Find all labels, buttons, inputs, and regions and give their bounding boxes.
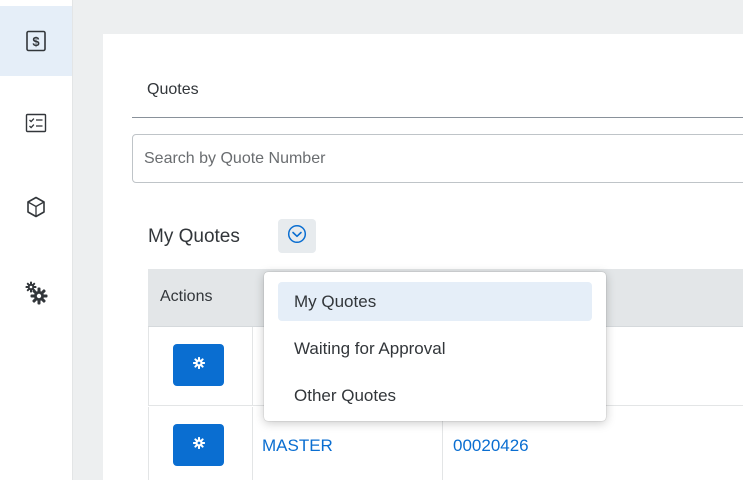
rail-item-settings[interactable] xyxy=(0,258,72,328)
dollar-icon: $ xyxy=(25,30,47,52)
column-header-actions: Actions xyxy=(160,288,213,305)
cube-icon xyxy=(26,196,46,218)
quote-number-link[interactable]: 00020426 xyxy=(453,436,529,456)
quote-filter-dropdown: My Quotes Waiting for Approval Other Quo… xyxy=(264,272,606,421)
side-navigation: $ xyxy=(0,0,73,480)
gear-icon xyxy=(192,356,205,374)
dropdown-option-other-quotes[interactable]: Other Quotes xyxy=(278,376,592,415)
row-actions-button[interactable] xyxy=(173,424,224,466)
checklist-icon xyxy=(25,113,47,133)
actions-cell xyxy=(148,407,253,480)
rail-item-products[interactable] xyxy=(0,172,72,242)
svg-text:$: $ xyxy=(32,34,40,49)
gears-icon xyxy=(23,281,49,305)
gear-icon xyxy=(192,436,205,454)
dropdown-option-waiting-for-approval[interactable]: Waiting for Approval xyxy=(278,329,592,368)
dropdown-option-my-quotes[interactable]: My Quotes xyxy=(278,282,592,321)
quote-name-link[interactable]: MASTER xyxy=(262,436,333,456)
actions-cell xyxy=(148,327,253,406)
row-actions-button[interactable] xyxy=(173,344,224,386)
rail-item-tasks[interactable] xyxy=(0,88,72,158)
rail-item-quotes[interactable]: $ xyxy=(0,6,72,76)
